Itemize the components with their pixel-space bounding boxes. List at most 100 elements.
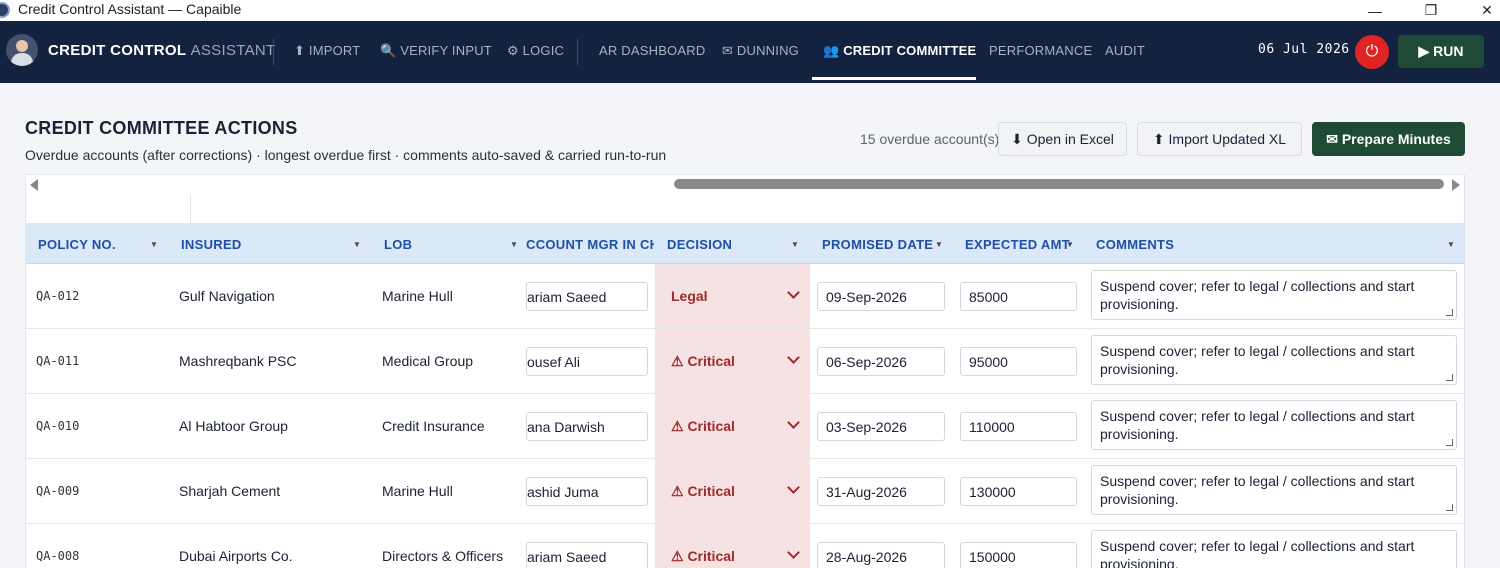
- table-row: QA-008 Dubai Airports Co. Directors & Of…: [26, 524, 1464, 568]
- col-expected-label: EXPECTED AMT: [965, 236, 1070, 252]
- table-filter-row: [26, 194, 1464, 224]
- account-mgr-input[interactable]: ana Darwish: [526, 412, 648, 441]
- decision-select[interactable]: ⚠ Critical: [671, 524, 735, 568]
- expected-amt-input[interactable]: 85000: [960, 282, 1077, 311]
- policy-no: QA-011: [36, 354, 80, 368]
- chevron-down-icon[interactable]: [787, 481, 800, 494]
- sort-caret-icon[interactable]: ▼: [150, 240, 158, 249]
- resize-grip-icon[interactable]: [1446, 374, 1453, 381]
- avatar-body: [11, 53, 33, 66]
- sort-caret-icon[interactable]: ▼: [510, 240, 518, 249]
- import-updated-xl-button[interactable]: ⬆ Import Updated XL: [1137, 122, 1302, 156]
- col-insured[interactable]: INSURED ▼: [181, 224, 366, 264]
- decision-select[interactable]: ⚠ Critical: [671, 459, 735, 523]
- account-mgr-input[interactable]: ashid Juma: [526, 477, 648, 506]
- insured-name: Dubai Airports Co.: [179, 548, 293, 564]
- committee-table: POLICY NO. ▼ INSURED ▼ LOB ▼ CCOUNT MGR IN …: [25, 194, 1465, 568]
- close-button[interactable]: ✕: [1464, 0, 1500, 21]
- chevron-down-icon[interactable]: [787, 546, 800, 559]
- chevron-down-icon[interactable]: [787, 351, 800, 364]
- nav-item-credit-committee[interactable]: 👥 CREDIT COMMITTEE: [823, 43, 976, 59]
- decision-select[interactable]: ⚠ Critical: [671, 394, 735, 458]
- run-button[interactable]: ▶ RUN: [1398, 35, 1484, 68]
- col-promised-label: PROMISED DATE: [822, 236, 934, 252]
- chevron-down-icon[interactable]: [787, 286, 800, 299]
- avatar-head: [16, 40, 28, 52]
- decision-select[interactable]: ⚠ Critical: [671, 329, 735, 393]
- sort-caret-icon[interactable]: ▼: [353, 240, 361, 249]
- promised-date-input[interactable]: 31-Aug-2026: [817, 477, 945, 506]
- promised-date-input[interactable]: 03-Sep-2026: [817, 412, 945, 441]
- nav-item-ar-dashboard[interactable]: AR DASHBOARD: [599, 43, 705, 58]
- col-account-mgr[interactable]: CCOUNT MGR IN CH: [526, 224, 654, 264]
- sort-caret-icon[interactable]: ▼: [1447, 240, 1455, 249]
- nav-item-performance[interactable]: PERFORMANCE: [989, 43, 1092, 58]
- account-mgr-input[interactable]: ariam Saeed: [526, 542, 648, 568]
- expected-amt-input[interactable]: 150000: [960, 542, 1077, 568]
- nav-item-import[interactable]: ⬆ IMPORT: [294, 43, 360, 59]
- resize-grip-icon[interactable]: [1446, 439, 1453, 446]
- col-decision[interactable]: DECISION ▼: [667, 224, 803, 264]
- col-promised-date[interactable]: PROMISED DATE ▼: [822, 224, 952, 264]
- col-insured-label: INSURED: [181, 236, 242, 252]
- resize-grip-icon[interactable]: [1446, 309, 1453, 316]
- page-subtitle: Overdue accounts (after corrections) · l…: [25, 147, 667, 163]
- nav-separator: [577, 39, 578, 65]
- app-icon: [0, 2, 10, 18]
- horizontal-scrollbar[interactable]: [25, 174, 1465, 194]
- nav-item-audit[interactable]: AUDIT: [1105, 43, 1145, 58]
- scroll-left-icon[interactable]: [30, 179, 38, 191]
- account-mgr-input[interactable]: ousef Ali: [526, 347, 648, 376]
- scroll-right-icon[interactable]: [1452, 179, 1460, 191]
- promised-date-input[interactable]: 28-Aug-2026: [817, 542, 945, 568]
- account-mgr-input[interactable]: ariam Saeed: [526, 282, 648, 311]
- table-header: POLICY NO. ▼ INSURED ▼ LOB ▼ CCOUNT MGR IN …: [26, 224, 1464, 264]
- power-icon[interactable]: ⏻: [1355, 35, 1389, 69]
- avatar[interactable]: [6, 34, 38, 66]
- lob: Marine Hull: [382, 483, 453, 499]
- comment-textarea[interactable]: Suspend cover; refer to legal / collecti…: [1091, 400, 1457, 450]
- nav-item-logic[interactable]: ⚙ LOGIC: [507, 43, 564, 59]
- expected-amt-input[interactable]: 110000: [960, 412, 1077, 441]
- comment-textarea[interactable]: Suspend cover; refer to legal / collecti…: [1091, 335, 1457, 385]
- maximize-button[interactable]: ❐: [1408, 0, 1454, 21]
- window-titlebar: Credit Control Assistant — Capaible — ❐ …: [0, 0, 1500, 21]
- policy-no: QA-009: [36, 484, 80, 498]
- expected-amt-input[interactable]: 130000: [960, 477, 1077, 506]
- col-policy-no[interactable]: POLICY NO. ▼: [38, 224, 168, 264]
- sort-caret-icon[interactable]: ▼: [935, 240, 943, 249]
- table-row: QA-009 Sharjah Cement Marine Hull ashid …: [26, 459, 1464, 524]
- policy-no: QA-012: [36, 289, 80, 303]
- scroll-thumb[interactable]: [674, 179, 1444, 189]
- promised-date-input[interactable]: 09-Sep-2026: [817, 282, 945, 311]
- open-in-excel-button[interactable]: ⬇ Open in Excel: [998, 122, 1127, 156]
- top-navbar: CREDIT CONTROL ASSISTANT ⬆ IMPORT 🔍 VERI…: [0, 21, 1500, 83]
- col-comments[interactable]: COMMENTS ▼: [1096, 224, 1456, 264]
- expected-amt-input[interactable]: 95000: [960, 347, 1077, 376]
- resize-grip-icon[interactable]: [1446, 504, 1453, 511]
- nav-item-dunning[interactable]: ✉ DUNNING: [722, 43, 799, 59]
- comment-textarea[interactable]: Suspend cover; refer to legal / collecti…: [1091, 270, 1457, 320]
- lob: Marine Hull: [382, 288, 453, 304]
- nav-item-verify-input[interactable]: 🔍 VERIFY INPUT: [380, 43, 492, 59]
- decision-select[interactable]: Legal: [671, 264, 708, 328]
- overdue-count: 15 overdue account(s): [860, 131, 1000, 147]
- run-date: 06 Jul 2026: [1258, 42, 1350, 57]
- comment-textarea[interactable]: Suspend cover; refer to legal / collecti…: [1091, 530, 1457, 568]
- insured-name: Mashreqbank PSC: [179, 353, 297, 369]
- col-decision-label: DECISION: [667, 236, 733, 252]
- active-tab-indicator: [812, 77, 976, 80]
- col-lob[interactable]: LOB ▼: [384, 224, 522, 264]
- comment-textarea[interactable]: Suspend cover; refer to legal / collecti…: [1091, 465, 1457, 515]
- sort-caret-icon[interactable]: ▼: [1066, 240, 1074, 249]
- sort-caret-icon[interactable]: ▼: [791, 240, 799, 249]
- minimize-button[interactable]: —: [1352, 0, 1398, 21]
- chevron-down-icon[interactable]: [787, 416, 800, 429]
- prepare-minutes-button[interactable]: ✉ Prepare Minutes: [1312, 122, 1465, 156]
- brand-light: ASSISTANT: [190, 42, 276, 59]
- col-lob-label: LOB: [384, 236, 413, 252]
- filter-separator: [190, 194, 191, 224]
- window-title: Credit Control Assistant — Capaible: [18, 1, 242, 17]
- col-expected-amt[interactable]: EXPECTED AMT ▼: [965, 224, 1081, 264]
- promised-date-input[interactable]: 06-Sep-2026: [817, 347, 945, 376]
